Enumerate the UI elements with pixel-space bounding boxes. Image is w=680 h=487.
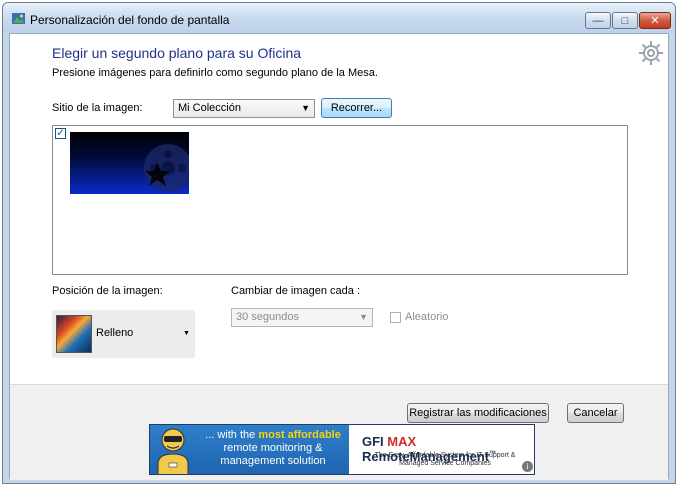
ad-tagline: The Easy, Affordable System for IT Suppo…	[374, 452, 516, 467]
page-title: Elegir un segundo plano para su Oficina	[52, 45, 302, 61]
ad-headline-rest: remote monitoring & management solution	[220, 442, 326, 467]
title-bar[interactable]: Personalización del fondo de pantalla — …	[3, 3, 675, 33]
info-icon[interactable]: i	[522, 461, 533, 472]
image-gallery[interactable]: ✓	[52, 125, 628, 275]
gallery-item-checkbox[interactable]: ✓	[55, 128, 66, 139]
minimize-icon: —	[592, 14, 604, 27]
random-label: Aleatorio	[405, 311, 449, 323]
ad-brand-max: MAX	[387, 434, 417, 449]
ad-banner[interactable]: ... with the most affordable remote moni…	[149, 424, 535, 475]
random-checkbox[interactable]	[390, 312, 401, 323]
image-source-label: Sitio de la imagen:	[52, 102, 143, 114]
ad-headline-prefix: ... with the	[205, 429, 259, 441]
gear-icon[interactable]	[637, 39, 665, 67]
interval-label: Cambiar de imagen cada :	[231, 285, 361, 297]
ad-brand-gfi: GFI	[362, 434, 388, 449]
dialog-content: Elegir un segundo plano para su Oficina …	[9, 33, 669, 480]
browse-button[interactable]: Recorrer...	[321, 98, 392, 118]
close-icon: ✕	[650, 15, 660, 27]
check-icon: ✓	[56, 128, 65, 139]
chevron-down-icon: ▼	[359, 312, 368, 322]
maximize-icon: □	[621, 14, 629, 27]
save-button-label: Registrar las modificaciones	[409, 407, 547, 419]
chevron-down-icon: ▼	[301, 103, 310, 113]
mascot-icon	[157, 428, 189, 474]
interval-value: 30 segundos	[236, 311, 299, 323]
film-reel-star-icon	[144, 144, 189, 192]
maximize-button[interactable]: □	[612, 12, 638, 29]
cancel-button-label: Cancelar	[573, 407, 618, 419]
image-position-value: Relleno	[96, 327, 134, 339]
ad-headline-highlight: most affordable	[258, 429, 341, 441]
wallpaper-app-icon	[12, 13, 25, 24]
close-button[interactable]: ✕	[639, 12, 671, 29]
cancel-button[interactable]: Cancelar	[567, 403, 624, 423]
image-position-label: Posición de la imagen:	[52, 285, 163, 297]
minimize-button[interactable]: —	[585, 12, 611, 29]
ad-left-panel: ... with the most affordable remote moni…	[150, 425, 349, 474]
image-source-value: Mi Colección	[178, 102, 241, 114]
chevron-down-icon: ▼	[183, 330, 190, 337]
window-title: Personalización del fondo de pantalla	[30, 13, 230, 27]
ad-headline: ... with the most affordable remote moni…	[198, 429, 348, 468]
gallery-thumbnail[interactable]	[70, 132, 189, 194]
browse-button-label: Recorrer...	[330, 102, 383, 114]
wallpaper-window: Personalización del fondo de pantalla — …	[2, 2, 676, 484]
image-position-select[interactable]: Relleno ▼	[52, 310, 195, 358]
position-preview-icon	[56, 315, 92, 353]
image-source-select[interactable]: Mi Colección ▼	[173, 99, 315, 118]
page-subtitle: Presione imágenes para definirlo como se…	[52, 67, 378, 79]
save-button[interactable]: Registrar las modificaciones	[407, 403, 549, 423]
interval-select[interactable]: 30 segundos ▼	[231, 308, 373, 327]
